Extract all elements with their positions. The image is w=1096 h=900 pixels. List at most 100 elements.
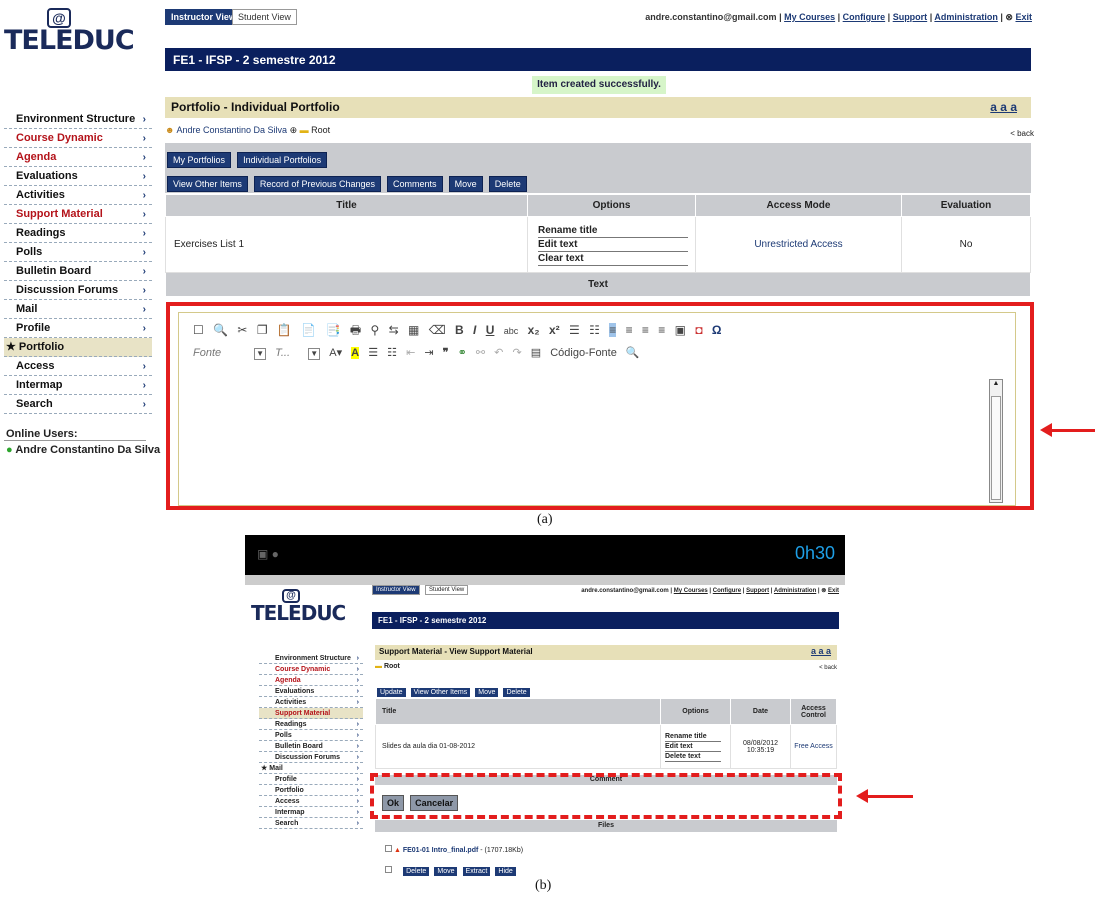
- justify-icon[interactable]: ≡: [658, 323, 665, 337]
- breadcrumb-root[interactable]: Root: [384, 663, 400, 670]
- sidebar-item-activities[interactable]: Activities ›: [4, 186, 152, 205]
- edit-text-option[interactable]: Edit text: [538, 238, 688, 252]
- view-other-items-button[interactable]: View Other Items: [167, 176, 248, 192]
- align-left-icon[interactable]: ≡: [609, 323, 617, 337]
- background-color-icon[interactable]: A: [351, 347, 360, 359]
- undo-icon[interactable]: ↶: [494, 346, 503, 359]
- file-checkbox[interactable]: [385, 845, 392, 852]
- teleduc-logo[interactable]: @ TELEDUC: [251, 589, 346, 623]
- flash-icon[interactable]: ◘: [695, 323, 702, 337]
- editor-scrollbar[interactable]: ▲: [989, 379, 1003, 503]
- select-all-icon[interactable]: ▦: [408, 323, 419, 337]
- replace-icon[interactable]: ⇆: [389, 323, 399, 337]
- edit-text-option[interactable]: Edit text: [665, 742, 721, 752]
- sidebar-item-environment-structure[interactable]: Environment Structure ›: [259, 653, 363, 664]
- sidebar-item-access[interactable]: Access ›: [259, 796, 363, 807]
- move-file-button[interactable]: Move: [434, 867, 458, 876]
- record-of-previous-changes-button[interactable]: Record of Previous Changes: [253, 176, 381, 192]
- move-button[interactable]: Move: [448, 176, 483, 192]
- omega-icon[interactable]: Ω: [712, 323, 722, 337]
- sidebar-item-support-material[interactable]: Support Material: [259, 708, 363, 719]
- print-icon[interactable]: 🖶: [350, 321, 361, 342]
- link-my-courses[interactable]: My Courses: [784, 12, 835, 22]
- font-size-links[interactable]: a a a: [990, 100, 1017, 114]
- sidebar-item-polls[interactable]: Polls ›: [4, 243, 152, 262]
- text-color-icon[interactable]: A▾: [329, 346, 342, 359]
- file-name[interactable]: FE01-01 Intro_final.pdf: [403, 847, 478, 854]
- instructor-view-tab[interactable]: Instructor View: [165, 9, 242, 25]
- image-icon[interactable]: ▣: [675, 323, 686, 337]
- sidebar-item-polls[interactable]: Polls ›: [259, 730, 363, 741]
- back-link[interactable]: < back: [819, 665, 837, 671]
- sidebar-item-readings[interactable]: Readings ›: [4, 224, 152, 243]
- link-configure[interactable]: Configure: [713, 588, 741, 594]
- delete-button[interactable]: Delete: [488, 176, 527, 192]
- strikethrough-icon[interactable]: abc: [504, 326, 519, 336]
- paste-text-icon[interactable]: 📄: [301, 323, 316, 337]
- file-checkbox[interactable]: [385, 866, 392, 873]
- numbered-list-icon[interactable]: ☰: [569, 323, 580, 337]
- update-button[interactable]: Update: [377, 688, 406, 697]
- new-document-icon[interactable]: ☐: [193, 323, 204, 337]
- source-button[interactable]: Código-Fonte: [550, 347, 617, 359]
- link-exit[interactable]: Exit: [1015, 12, 1032, 22]
- sidebar-item-intermap[interactable]: Intermap ›: [4, 376, 152, 395]
- sidebar-item-search[interactable]: Search ›: [259, 818, 363, 829]
- individual-portfolios-button[interactable]: Individual Portfolios: [237, 152, 328, 168]
- paste-word-icon[interactable]: 📑: [326, 323, 341, 337]
- breadcrumb-root[interactable]: Root: [311, 125, 330, 135]
- rename-title-option[interactable]: Rename title: [665, 732, 721, 742]
- sidebar-item-search[interactable]: Search ›: [4, 395, 152, 414]
- sidebar-item-bulletin-board[interactable]: Bulletin Board ›: [259, 741, 363, 752]
- teleduc-logo[interactable]: @ TELEDUC: [4, 8, 135, 54]
- exit-icon[interactable]: ⊗: [1005, 12, 1013, 22]
- sidebar-item-profile[interactable]: Profile ›: [4, 319, 152, 338]
- sidebar-item-portfolio[interactable]: ★ Portfolio: [4, 338, 152, 357]
- align-center-icon[interactable]: ≡: [626, 323, 633, 337]
- sidebar-item-activities[interactable]: Activities ›: [259, 697, 363, 708]
- sidebar-item-course-dynamic[interactable]: Course Dynamic ›: [4, 129, 152, 148]
- sidebar-item-profile[interactable]: Profile ›: [259, 774, 363, 785]
- delete-text-option[interactable]: Delete text: [665, 752, 721, 762]
- sidebar-item-discussion-forums[interactable]: Discussion Forums ›: [259, 752, 363, 763]
- bold-icon[interactable]: B: [455, 323, 464, 337]
- italic-icon[interactable]: I: [473, 323, 476, 337]
- size-select[interactable]: T...: [275, 347, 299, 359]
- sidebar-item-environment-structure[interactable]: Environment Structure ›: [4, 110, 152, 129]
- access-mode-link[interactable]: Unrestricted Access: [695, 216, 902, 273]
- redo-icon[interactable]: ↷: [512, 346, 521, 359]
- link-my-courses[interactable]: My Courses: [674, 588, 708, 594]
- cut-icon[interactable]: ✂: [237, 323, 247, 337]
- eraser-icon[interactable]: ⌫: [429, 323, 446, 337]
- link-support[interactable]: Support: [893, 12, 928, 22]
- unlink-icon[interactable]: ⚯: [476, 346, 485, 359]
- bulleted-list-icon[interactable]: ☷: [589, 323, 600, 337]
- outdent-icon[interactable]: ⇤: [406, 346, 415, 359]
- rename-title-option[interactable]: Rename title: [538, 224, 688, 238]
- breadcrumb-user[interactable]: Andre Constantino Da Silva: [177, 125, 288, 135]
- superscript-icon[interactable]: x²: [549, 323, 560, 337]
- subscript-icon[interactable]: x₂: [528, 323, 540, 337]
- chevron-down-icon[interactable]: ▼: [254, 348, 267, 360]
- copy-icon[interactable]: ❐: [257, 323, 268, 337]
- sidebar-item-evaluations[interactable]: Evaluations ›: [259, 686, 363, 697]
- scroll-up-icon[interactable]: ▲: [990, 380, 1002, 387]
- extract-file-button[interactable]: Extract: [462, 867, 491, 876]
- indent-icon[interactable]: ⇥: [424, 346, 433, 359]
- move-button[interactable]: Move: [475, 688, 499, 697]
- link-icon[interactable]: ⚭: [458, 346, 467, 359]
- paste-icon[interactable]: 📋: [277, 323, 292, 337]
- link-administration[interactable]: Administration: [934, 12, 998, 22]
- sidebar-item-mail[interactable]: Mail ›: [4, 300, 152, 319]
- sidebar-item-evaluations[interactable]: Evaluations ›: [4, 167, 152, 186]
- underline-icon[interactable]: U: [486, 323, 495, 337]
- link-administration[interactable]: Administration: [774, 588, 816, 594]
- sidebar-item-mail[interactable]: ★ Mail ›: [259, 763, 363, 774]
- sidebar-item-course-dynamic[interactable]: Course Dynamic ›: [259, 664, 363, 675]
- font-size-links[interactable]: a a a: [811, 646, 831, 656]
- comments-button[interactable]: Comments: [387, 176, 443, 192]
- delete-button[interactable]: Delete: [503, 688, 530, 697]
- instructor-view-tab[interactable]: Instructor View: [372, 585, 420, 595]
- bulleted-list-icon[interactable]: ☷: [387, 346, 397, 359]
- view-other-items-button[interactable]: View Other Items: [410, 688, 471, 697]
